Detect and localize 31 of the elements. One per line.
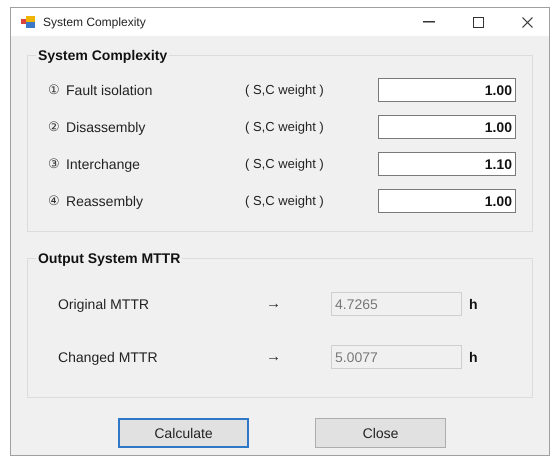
- arrow: →: [266, 346, 282, 367]
- value-field[interactable]: 1.00: [378, 115, 516, 139]
- maximize-icon[interactable]: [473, 16, 484, 28]
- circled-number: ④: [48, 192, 61, 210]
- unit-label: ( S,C weight ): [245, 118, 325, 136]
- row-label: Disassembly: [66, 118, 146, 137]
- unit-label: ( S,C weight ): [245, 155, 325, 174]
- row-label: Interchange: [66, 154, 141, 174]
- value-field[interactable]: 1.00: [378, 78, 516, 102]
- unit-label: h: [469, 348, 478, 366]
- unit-label: h: [469, 294, 478, 314]
- close-icon[interactable]: [522, 16, 533, 28]
- dialog-button[interactable]: Calculate: [118, 418, 249, 448]
- window-title: System Complexity: [43, 14, 146, 31]
- unit-label: ( S,C weight ): [245, 192, 325, 210]
- app-icon: [21, 16, 35, 28]
- minimize-icon[interactable]: [423, 21, 435, 23]
- row-label: Fault isolation: [66, 80, 154, 100]
- arrow: →: [266, 294, 282, 314]
- dialog-button[interactable]: Close: [315, 418, 446, 448]
- circled-number: ①: [48, 81, 61, 100]
- output-label: Original MTTR: [58, 294, 150, 314]
- value-field[interactable]: 1.00: [378, 189, 516, 213]
- circled-number: ②: [48, 118, 61, 136]
- output-field: 4.7265: [331, 292, 462, 316]
- output-field: 5.0077: [331, 345, 462, 369]
- unit-label: ( S,C weight ): [245, 81, 325, 100]
- output-label: Changed MTTR: [58, 348, 159, 367]
- value-field[interactable]: 1.10: [378, 152, 516, 176]
- circled-number: ③: [48, 155, 61, 174]
- row-label: Reassembly: [66, 192, 144, 211]
